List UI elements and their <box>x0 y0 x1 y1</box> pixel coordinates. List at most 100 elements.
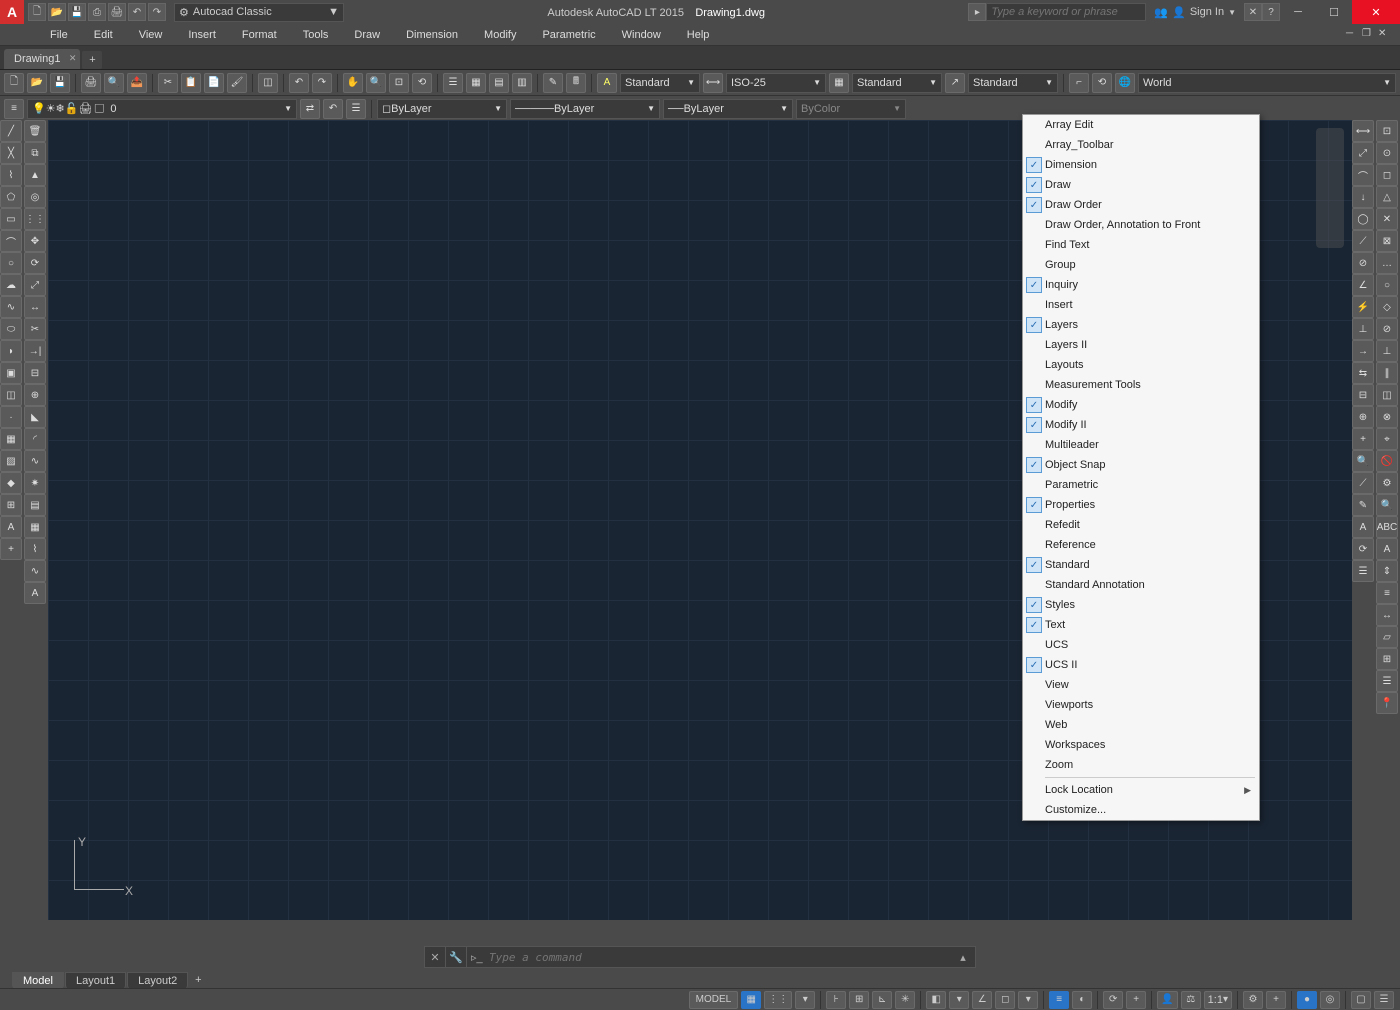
osnap-node-icon[interactable]: ⊗ <box>1376 406 1398 428</box>
menu-draw[interactable]: Draw <box>342 26 392 44</box>
qat-undo-icon[interactable]: ↶ <box>128 3 146 21</box>
ucs-combo[interactable]: World▼ <box>1138 73 1396 93</box>
cm-item-insert[interactable]: Insert <box>1023 295 1259 315</box>
cm-item-properties[interactable]: Properties <box>1023 495 1259 515</box>
dim-continue-icon[interactable]: → <box>1352 340 1374 362</box>
dim-linear-icon[interactable]: ⟷ <box>1352 120 1374 142</box>
undo-icon[interactable]: ↶ <box>289 73 309 93</box>
dim-angular-icon[interactable]: ∠ <box>1352 274 1374 296</box>
osnap-ext-icon[interactable]: … <box>1376 252 1398 274</box>
linetype-combo[interactable]: ───── ByLayer▼ <box>510 99 660 119</box>
mleader-style-combo[interactable]: Standard▼ <box>968 73 1058 93</box>
osnap-int-icon[interactable]: ✕ <box>1376 208 1398 230</box>
osnap-none-icon[interactable]: 🚫 <box>1376 450 1398 472</box>
make-block-icon[interactable]: ◫ <box>0 384 22 406</box>
status-lwt-icon[interactable]: ≡ <box>1049 991 1069 1009</box>
plotstyle-combo[interactable]: ByColor▼ <box>796 99 906 119</box>
status-transparency-icon[interactable]: ◐ <box>1072 991 1092 1009</box>
paste-icon[interactable]: 📄 <box>204 73 224 93</box>
cm-item-viewports[interactable]: Viewports <box>1023 695 1259 715</box>
qat-redo-icon[interactable]: ↷ <box>148 3 166 21</box>
qat-new-icon[interactable]: 🗋 <box>28 3 46 21</box>
plot-icon[interactable]: 🖨 <box>81 73 101 93</box>
text-style-combo[interactable]: Standard▼ <box>620 73 700 93</box>
zoom-previous-icon[interactable]: ⟲ <box>412 73 432 93</box>
ellipse-icon[interactable]: ⬭ <box>0 318 22 340</box>
cm-item-styles[interactable]: Styles <box>1023 595 1259 615</box>
redo-icon[interactable]: ↷ <box>312 73 332 93</box>
cm-item-multileader[interactable]: Multileader <box>1023 435 1259 455</box>
inspect-icon[interactable]: 🔍 <box>1352 450 1374 472</box>
status-osnap-dd-icon[interactable]: ▾ <box>1018 991 1038 1009</box>
spline-icon[interactable]: ∿ <box>0 296 22 318</box>
designcenter-icon[interactable]: ▦ <box>466 73 486 93</box>
cm-item-layers[interactable]: Layers <box>1023 315 1259 335</box>
status-dynamic-icon[interactable]: ⊞ <box>849 991 869 1009</box>
cm-item-array-toolbar[interactable]: Array_Toolbar <box>1023 135 1259 155</box>
list-icon[interactable]: ☰ <box>1376 670 1398 692</box>
cm-item-zoom[interactable]: Zoom <box>1023 755 1259 775</box>
status-infer-icon[interactable]: ⊦ <box>826 991 846 1009</box>
cm-item-workspaces[interactable]: Workspaces <box>1023 735 1259 755</box>
edit-pline-icon[interactable]: ⌇ <box>24 538 46 560</box>
hatch-icon[interactable]: ▦ <box>0 428 22 450</box>
osnap-ins-icon[interactable]: ◫ <box>1376 384 1398 406</box>
status-iso-icon[interactable]: ◧ <box>926 991 946 1009</box>
layer-make-current-icon[interactable]: ⇄ <box>300 99 320 119</box>
dim-arc-icon[interactable]: ⌒ <box>1352 164 1374 186</box>
cm-lock-location[interactable]: Lock Location ▶ <box>1023 780 1259 800</box>
layer-states-icon[interactable]: ☰ <box>346 99 366 119</box>
copy-obj-icon[interactable]: ⧉ <box>24 142 46 164</box>
toolpalette-icon[interactable]: ▤ <box>489 73 509 93</box>
cm-item-inquiry[interactable]: Inquiry <box>1023 275 1259 295</box>
status-snap-dd-icon[interactable]: ▾ <box>795 991 815 1009</box>
layout-tab-layout2[interactable]: Layout2 <box>127 972 188 989</box>
add-tab-button[interactable]: + <box>82 51 102 69</box>
jogged-linear-icon[interactable]: ⟋ <box>1352 472 1374 494</box>
mdi-restore-icon[interactable]: ❐ <box>1362 28 1376 42</box>
status-cycling-icon[interactable]: ⟳ <box>1103 991 1123 1009</box>
menu-parametric[interactable]: Parametric <box>530 26 607 44</box>
ucs-prev-icon[interactable]: ⟲ <box>1092 73 1112 93</box>
osnap-par-icon[interactable]: ∥ <box>1376 362 1398 384</box>
menu-format[interactable]: Format <box>230 26 289 44</box>
new-icon[interactable]: 🗋 <box>4 73 24 93</box>
cm-item-view[interactable]: View <box>1023 675 1259 695</box>
table-style-icon[interactable]: ▦ <box>829 73 849 93</box>
status-workspace-icon[interactable]: ⚙ <box>1243 991 1263 1009</box>
ucs-icon[interactable]: ⌐ <box>1069 73 1089 93</box>
signin-area[interactable]: 👥 👤 Sign In ▼ <box>1146 6 1244 19</box>
copy-icon[interactable]: 📋 <box>181 73 201 93</box>
osnap-mid-icon[interactable]: △ <box>1376 186 1398 208</box>
extend-icon[interactable]: →| <box>24 340 46 362</box>
cm-item-dimension[interactable]: Dimension <box>1023 155 1259 175</box>
cm-item-measurement-tools[interactable]: Measurement Tools <box>1023 375 1259 395</box>
circle-icon[interactable]: ○ <box>0 252 22 274</box>
publish-icon[interactable]: 📤 <box>127 73 147 93</box>
menu-tools[interactable]: Tools <box>291 26 341 44</box>
array-icon[interactable]: ⋮⋮ <box>24 208 46 230</box>
close-button[interactable]: ✕ <box>1352 0 1400 24</box>
osnap-appint-icon[interactable]: ⊠ <box>1376 230 1398 252</box>
cm-item-object-snap[interactable]: Object Snap <box>1023 455 1259 475</box>
command-line[interactable]: ▹_ ▴ <box>466 946 976 968</box>
dim-style-icon[interactable]: ⟷ <box>703 73 723 93</box>
command-input[interactable] <box>489 951 955 964</box>
status-annoauto-icon[interactable]: 👤 <box>1157 991 1177 1009</box>
trim-icon[interactable]: ✂ <box>24 318 46 340</box>
pan-icon[interactable]: ✋ <box>343 73 363 93</box>
text-style-icon[interactable]: A <box>597 73 617 93</box>
ellipse-arc-icon[interactable]: ◗ <box>0 340 22 362</box>
id-icon[interactable]: 📍 <box>1376 692 1398 714</box>
cm-item-group[interactable]: Group <box>1023 255 1259 275</box>
status-polar-icon[interactable]: ✳ <box>895 991 915 1009</box>
dim-break-icon[interactable]: ⊟ <box>1352 384 1374 406</box>
erase-icon[interactable]: 🗑 <box>24 120 46 142</box>
status-clean-icon[interactable]: ▢ <box>1351 991 1371 1009</box>
rotate-icon[interactable]: ⟳ <box>24 252 46 274</box>
line-icon[interactable]: ╱ <box>0 120 22 142</box>
cut-icon[interactable]: ✂ <box>158 73 178 93</box>
insert-block-icon[interactable]: ▣ <box>0 362 22 384</box>
cm-item-standard[interactable]: Standard <box>1023 555 1259 575</box>
addselected-icon[interactable]: + <box>0 538 22 560</box>
